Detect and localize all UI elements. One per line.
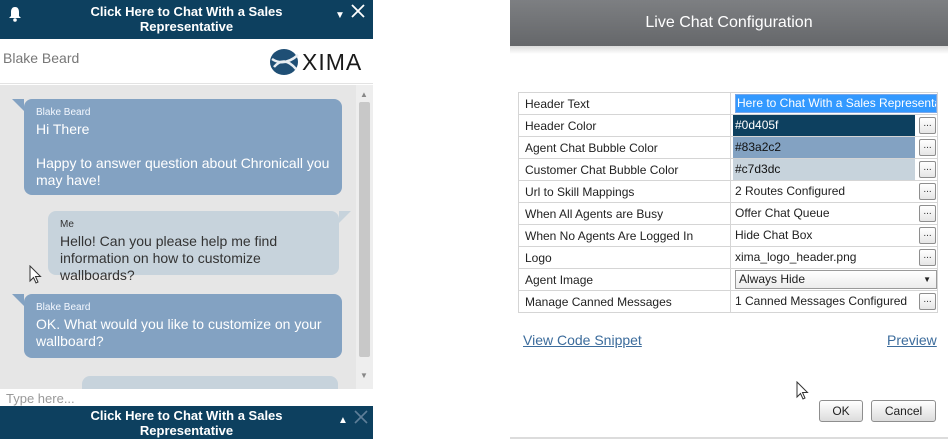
config-label: Agent Chat Bubble Color xyxy=(518,136,731,159)
message-sender: Blake Beard xyxy=(36,107,91,118)
customer-bubble-color-value[interactable]: #c7d3dc xyxy=(733,159,915,180)
config-row-url-skill-mappings: Url to Skill Mappings 2 Routes Configure… xyxy=(518,180,938,203)
config-row-agents-busy: When All Agents are Busy Offer Chat Queu… xyxy=(518,202,938,225)
ellipsis-button[interactable]: ... xyxy=(919,293,936,310)
close-icon[interactable] xyxy=(351,4,365,21)
chat-message-input[interactable] xyxy=(0,390,373,406)
message-list[interactable]: Blake Beard Hi There Happy to answer que… xyxy=(0,85,373,389)
config-label: When All Agents are Busy xyxy=(518,202,731,225)
config-row-header-text: Header Text Here to Chat With a Sales Re… xyxy=(518,92,938,115)
logo-value: xima_logo_header.png xyxy=(735,250,857,264)
close-icon[interactable] xyxy=(354,410,368,427)
chevron-down-icon: ▼ xyxy=(923,275,931,284)
agent-image-selected: Always Hide xyxy=(739,272,806,286)
view-code-snippet-link[interactable]: View Code Snippet xyxy=(523,332,642,348)
config-label: When No Agents Are Logged In xyxy=(518,224,731,247)
config-row-agent-bubble-color: Agent Chat Bubble Color #83a2c2 ... xyxy=(518,136,938,159)
url-skill-mappings-value: 2 Routes Configured xyxy=(735,184,846,198)
scroll-up-icon[interactable]: ▲ xyxy=(360,90,368,99)
cancel-button[interactable]: Cancel xyxy=(871,400,936,422)
canned-messages-value: 1 Canned Messages Configured xyxy=(735,294,908,308)
chat-footer[interactable]: Click Here to Chat With a Sales Represen… xyxy=(0,406,373,439)
chat-footer-title: Click Here to Chat With a Sales Represen… xyxy=(90,408,283,438)
ellipsis-button[interactable]: ... xyxy=(919,205,936,222)
ellipsis-button[interactable]: ... xyxy=(919,117,936,134)
agent-bubble-color-value[interactable]: #83a2c2 xyxy=(733,137,915,158)
message-text: OK. What would you like to customize on … xyxy=(36,316,322,349)
caret-up-icon[interactable]: ▲ xyxy=(338,413,348,428)
config-label: Header Text xyxy=(518,92,731,115)
ellipsis-button[interactable]: ... xyxy=(919,183,936,200)
preview-link[interactable]: Preview xyxy=(887,332,937,348)
config-label: Logo xyxy=(518,246,731,269)
dialog-title: Live Chat Configuration xyxy=(510,0,948,46)
message-sender: Me xyxy=(60,219,74,230)
message-bubble-customer-partial xyxy=(82,376,338,389)
bell-icon xyxy=(8,6,22,25)
agents-busy-value: Offer Chat Queue xyxy=(735,206,830,220)
message-bubble-agent: Blake Beard OK. What would you like to c… xyxy=(12,294,342,358)
no-agents-value: Hide Chat Box xyxy=(735,228,813,242)
config-table: Header Text Here to Chat With a Sales Re… xyxy=(518,92,938,313)
agent-image-select[interactable]: Always Hide ▼ xyxy=(735,270,937,289)
config-row-canned-messages: Manage Canned Messages 1 Canned Messages… xyxy=(518,290,938,313)
chat-widget: Click Here to Chat With a Sales Represen… xyxy=(0,0,373,439)
mouse-cursor-icon xyxy=(29,264,42,290)
message-sender: Blake Beard xyxy=(36,302,91,313)
config-row-no-agents: When No Agents Are Logged In Hide Chat B… xyxy=(518,224,938,247)
ellipsis-button[interactable]: ... xyxy=(919,139,936,156)
xima-logo: XIMA xyxy=(268,47,362,77)
scroll-thumb[interactable] xyxy=(359,102,370,357)
header-text-input[interactable]: Here to Chat With a Sales Representative xyxy=(735,94,937,113)
config-row-agent-image: Agent Image Always Hide ▼ xyxy=(518,268,938,291)
ellipsis-button[interactable]: ... xyxy=(919,161,936,178)
message-text: Hello! Can you please help me find infor… xyxy=(60,233,278,283)
logo-text: XIMA xyxy=(302,48,363,75)
config-row-customer-bubble-color: Customer Chat Bubble Color #c7d3dc ... xyxy=(518,158,938,181)
message-bubble-customer: Me Hello! Can you please help me find in… xyxy=(48,211,351,283)
config-label: Manage Canned Messages xyxy=(518,290,731,313)
scroll-down-icon[interactable]: ▼ xyxy=(360,371,368,380)
config-label: Header Color xyxy=(518,114,731,137)
live-chat-config-dialog: Live Chat Configuration Header Text Here… xyxy=(510,0,948,439)
mouse-cursor-icon xyxy=(796,380,809,406)
chat-scrollbar[interactable]: ▲ ▼ xyxy=(356,85,373,389)
xima-logo-icon xyxy=(270,49,299,75)
chat-header-title: Click Here to Chat With a Sales Represen… xyxy=(90,4,283,34)
ellipsis-button[interactable]: ... xyxy=(919,249,936,266)
agent-bar: Blake Beard XIMA xyxy=(0,39,373,84)
chat-header[interactable]: Click Here to Chat With a Sales Represen… xyxy=(0,0,373,39)
config-label: Agent Image xyxy=(518,268,731,291)
caret-down-icon[interactable]: ▼ xyxy=(335,8,345,23)
ok-button[interactable]: OK xyxy=(819,400,863,422)
config-label: Customer Chat Bubble Color xyxy=(518,158,731,181)
config-row-logo: Logo xima_logo_header.png ... xyxy=(518,246,938,269)
header-color-value[interactable]: #0d405f xyxy=(733,115,915,136)
config-row-header-color: Header Color #0d405f ... xyxy=(518,114,938,137)
message-text: Hi There Happy to answer question about … xyxy=(36,121,330,188)
config-label: Url to Skill Mappings xyxy=(518,180,731,203)
message-bubble-agent: Blake Beard Hi There Happy to answer que… xyxy=(12,99,342,195)
ellipsis-button[interactable]: ... xyxy=(919,227,936,244)
agent-name: Blake Beard xyxy=(3,50,80,66)
